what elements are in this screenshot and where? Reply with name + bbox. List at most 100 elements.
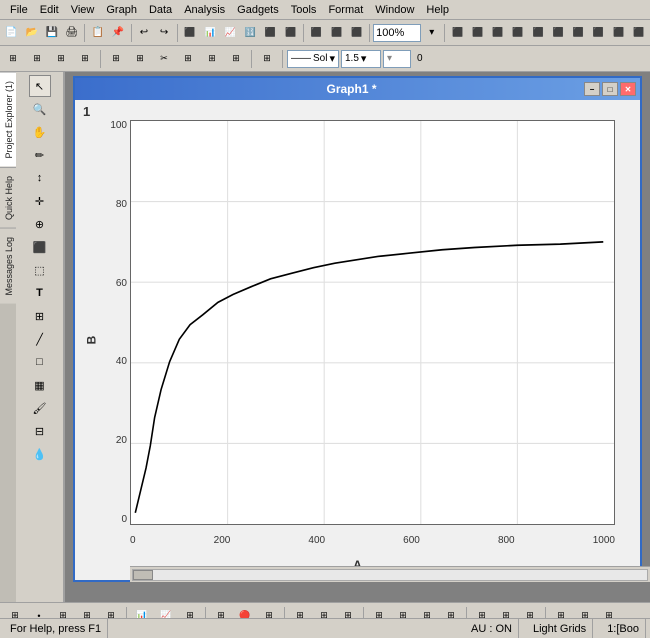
- move-tool[interactable]: ⊕: [29, 213, 51, 235]
- tb2-btn-i[interactable]: ⊞: [201, 48, 223, 70]
- maximize-button[interactable]: □: [602, 82, 618, 96]
- y-axis-label: B: [84, 336, 98, 345]
- menu-graph[interactable]: Graph: [100, 2, 143, 18]
- text-tool[interactable]: T: [29, 282, 51, 304]
- new-button[interactable]: 📄: [2, 22, 21, 44]
- rect-tool[interactable]: □: [29, 351, 51, 373]
- minimize-button[interactable]: −: [584, 82, 600, 96]
- toolbar-2: ⊞ ⊞ ⊞ ⊞ ⊞ ⊞ ✂ ⊞ ⊞ ⊞ ⊞ —— Sol ▾ 1.5 ▾ ▾ 0: [0, 46, 650, 72]
- print-button[interactable]: 🖨: [62, 22, 81, 44]
- menu-analysis[interactable]: Analysis: [178, 2, 231, 18]
- tb-btn-a[interactable]: ⬛: [180, 22, 199, 44]
- menu-help[interactable]: Help: [420, 2, 455, 18]
- close-button[interactable]: ✕: [620, 82, 636, 96]
- grid-status: Light Grids: [527, 619, 593, 638]
- sep6: [444, 24, 445, 42]
- zoom-dropdown[interactable]: ▾: [422, 22, 441, 44]
- graph-window: Graph1 * − □ ✕ 1 B B 0: [73, 76, 642, 582]
- table-tool[interactable]: ⊞: [29, 305, 51, 327]
- tb2-btn-g[interactable]: ✂: [153, 48, 175, 70]
- pointer-tool[interactable]: ↖: [29, 75, 51, 97]
- messages-log-tab[interactable]: Messages Log: [0, 228, 16, 304]
- brush-tool[interactable]: 🖌: [29, 397, 51, 419]
- color-picker-tool[interactable]: 💧: [29, 443, 51, 465]
- scroll-track[interactable]: [132, 569, 648, 581]
- graph-titlebar: Graph1 * − □ ✕: [75, 78, 640, 100]
- fill-tool[interactable]: ▦: [29, 374, 51, 396]
- tb-btn-c[interactable]: 📈: [221, 22, 240, 44]
- y-tick-60: 60: [105, 278, 127, 289]
- menu-gadgets[interactable]: Gadgets: [231, 2, 285, 18]
- color-input[interactable]: ▾: [383, 50, 411, 68]
- plot-area: [130, 120, 615, 525]
- menu-view[interactable]: View: [65, 2, 101, 18]
- y-tick-100: 100: [105, 120, 127, 131]
- tb-btn-n[interactable]: ⬛: [529, 22, 548, 44]
- x-tick-400: 400: [308, 535, 325, 546]
- tb2-btn-c[interactable]: ⊞: [50, 48, 72, 70]
- menu-tools[interactable]: Tools: [285, 2, 323, 18]
- tb-btn-e[interactable]: ⬛: [261, 22, 280, 44]
- tb2-btn-j[interactable]: ⊞: [225, 48, 247, 70]
- paste-button[interactable]: 📌: [108, 22, 127, 44]
- tb2-btn-h[interactable]: ⊞: [177, 48, 199, 70]
- tb2-btn-a[interactable]: ⊞: [2, 48, 24, 70]
- tb-btn-s[interactable]: ⬛: [629, 22, 648, 44]
- pan-tool[interactable]: ✋: [29, 121, 51, 143]
- tb-btn-g[interactable]: ⬛: [307, 22, 326, 44]
- sep5: [369, 24, 370, 42]
- tb-btn-h[interactable]: ⬛: [327, 22, 346, 44]
- tb-btn-o[interactable]: ⬛: [549, 22, 568, 44]
- tb-btn-p[interactable]: ⬛: [569, 22, 588, 44]
- tb2-btn-e[interactable]: ⊞: [105, 48, 127, 70]
- tb-btn-f[interactable]: ⬛: [281, 22, 300, 44]
- main-area: Project Explorer (1) Quick Help Messages…: [0, 72, 650, 602]
- scale-tool[interactable]: ⬛: [29, 236, 51, 258]
- zoom-input[interactable]: [373, 24, 421, 42]
- eraser-tool[interactable]: ⊟: [29, 420, 51, 442]
- tb-btn-l[interactable]: ⬛: [488, 22, 507, 44]
- menu-edit[interactable]: Edit: [34, 2, 65, 18]
- redo-button[interactable]: ↪: [154, 22, 173, 44]
- tb-btn-i[interactable]: ⬛: [347, 22, 366, 44]
- tb-btn-b[interactable]: 📊: [201, 22, 220, 44]
- x-tick-labels: 0 200 400 600 800 1000: [130, 535, 615, 546]
- tb-btn-j[interactable]: ⬛: [448, 22, 467, 44]
- line-width-input[interactable]: 1.5 ▾: [341, 50, 381, 68]
- tb2-btn-d[interactable]: ⊞: [74, 48, 96, 70]
- tb-btn-q[interactable]: ⬛: [589, 22, 608, 44]
- quick-help-tab[interactable]: Quick Help: [0, 167, 16, 228]
- tb2-btn-k[interactable]: ⊞: [256, 48, 278, 70]
- draw-tool[interactable]: ✏: [29, 144, 51, 166]
- save-button[interactable]: 💾: [42, 22, 61, 44]
- menu-file[interactable]: File: [4, 2, 34, 18]
- sep4: [303, 24, 304, 42]
- region-tool[interactable]: ⬚: [29, 259, 51, 281]
- sep-t2-1: [100, 50, 101, 68]
- line-tool[interactable]: ╱: [29, 328, 51, 350]
- extra-status: 1:[Boo: [601, 619, 646, 638]
- tb-btn-d[interactable]: 🔢: [241, 22, 260, 44]
- arrow-tool[interactable]: ↕: [29, 167, 51, 189]
- horizontal-scrollbar[interactable]: [130, 566, 650, 582]
- sep2: [131, 24, 132, 42]
- x-tick-800: 800: [498, 535, 515, 546]
- crosshair-tool[interactable]: ✛: [29, 190, 51, 212]
- scroll-thumb[interactable]: [133, 570, 153, 580]
- copy-button[interactable]: 📋: [88, 22, 107, 44]
- tb2-btn-b[interactable]: ⊞: [26, 48, 48, 70]
- menu-format[interactable]: Format: [322, 2, 369, 18]
- tb2-btn-f[interactable]: ⊞: [129, 48, 151, 70]
- y-tick-20: 20: [105, 435, 127, 446]
- x-tick-200: 200: [214, 535, 231, 546]
- menu-data[interactable]: Data: [143, 2, 178, 18]
- line-style-dropdown[interactable]: —— Sol ▾: [287, 50, 339, 68]
- open-button[interactable]: 📂: [22, 22, 41, 44]
- tb-btn-m[interactable]: ⬛: [508, 22, 527, 44]
- menu-window[interactable]: Window: [369, 2, 420, 18]
- tb-btn-k[interactable]: ⬛: [468, 22, 487, 44]
- undo-button[interactable]: ↩: [134, 22, 153, 44]
- tb-btn-r[interactable]: ⬛: [609, 22, 628, 44]
- project-explorer-tab[interactable]: Project Explorer (1): [0, 72, 16, 167]
- zoom-tool[interactable]: 🔍: [29, 98, 51, 120]
